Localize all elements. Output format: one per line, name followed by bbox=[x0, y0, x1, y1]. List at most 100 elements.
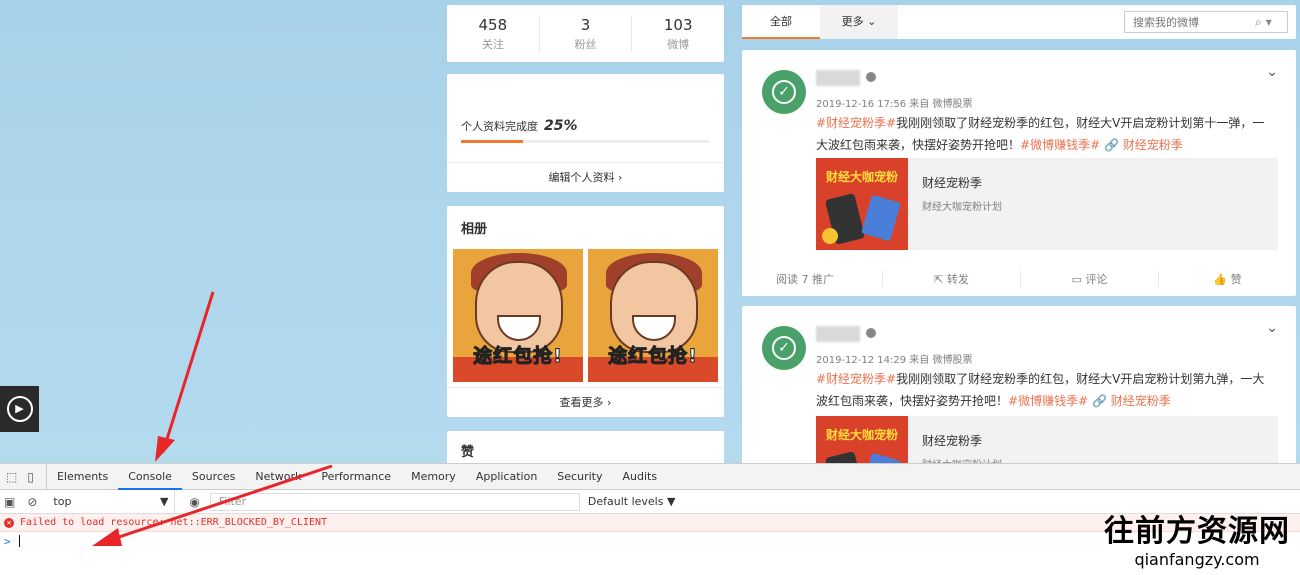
post-menu-chevron-icon[interactable]: ⌄ bbox=[1266, 64, 1278, 80]
context-value: top bbox=[53, 494, 72, 508]
video-play-widget[interactable]: ▶ bbox=[0, 386, 39, 432]
likes-title: 赞 bbox=[461, 445, 475, 460]
console-error-text: Failed to load resource: net::ERR_BLOCKE… bbox=[20, 517, 328, 528]
post-hashtag[interactable]: #财经宠粉季# bbox=[816, 372, 896, 386]
shared-link-card[interactable]: 财经大咖宠粉 财经宠粉季 财经大咖宠粉计划 bbox=[816, 158, 1278, 250]
user-badge-icon bbox=[866, 328, 876, 338]
like-label: 赞 bbox=[1230, 273, 1242, 286]
repost-label: 转发 bbox=[946, 273, 969, 286]
tab-all[interactable]: 全部 bbox=[742, 5, 820, 39]
coin-graphic bbox=[822, 228, 838, 244]
tab-elements[interactable]: Elements bbox=[47, 464, 118, 490]
post-hashtag[interactable]: #微博赚钱季# bbox=[1020, 138, 1100, 152]
device-toolbar-icon[interactable]: ▯ bbox=[27, 470, 34, 484]
profile-completion-progress bbox=[461, 140, 709, 143]
post-text: #财经宠粉季#我刚刚领取了财经宠粉季的红包，财经大V开启宠粉计划第九弹，一大波红… bbox=[816, 368, 1276, 412]
stat-following-count: 458 bbox=[478, 15, 508, 34]
edit-profile-link[interactable]: 编辑个人资料 › bbox=[447, 162, 724, 192]
profile-completion-card: 个人资料完成度 25% 编辑个人资料 › bbox=[447, 74, 724, 192]
devtools-tab-bar: ⬚ ▯ Elements Console Sources Network Per… bbox=[0, 463, 1300, 490]
error-icon: ✕ bbox=[4, 517, 14, 528]
caption-part-b: 红包 bbox=[493, 345, 534, 368]
caption-part-a: 途 bbox=[473, 345, 494, 368]
feed-post: ✓ ⌄ 2019-12-16 17:56 来自 微博股票 #财经宠粉季#我刚刚领… bbox=[742, 50, 1296, 296]
card-graphic bbox=[861, 194, 901, 242]
caption-part-c: 抢! bbox=[533, 345, 563, 368]
tab-network[interactable]: Network bbox=[245, 464, 311, 490]
avatar[interactable]: ✓ bbox=[762, 70, 806, 114]
prompt-chevron-icon: > bbox=[4, 534, 11, 548]
shared-link-title: 财经宠粉季 bbox=[922, 176, 983, 190]
caption-part-b: 红包 bbox=[628, 345, 669, 368]
thumbs-up-icon: 👍 bbox=[1213, 273, 1231, 286]
repost-button[interactable]: ⇱ 转发 bbox=[882, 271, 1020, 287]
stat-posts-count: 103 bbox=[663, 15, 693, 34]
post-link[interactable]: 🔗 财经宠粉季 bbox=[1092, 394, 1171, 408]
profile-completion-progress-fill bbox=[461, 140, 523, 143]
post-meta: 2019-12-12 14:29 来自 微博股票 bbox=[816, 355, 973, 366]
username-blurred[interactable] bbox=[816, 70, 860, 86]
tab-more[interactable]: 更多 ⌄ bbox=[820, 5, 898, 39]
username-blurred[interactable] bbox=[816, 326, 860, 342]
console-filter-input[interactable]: Filter bbox=[209, 492, 580, 511]
tab-application[interactable]: Application bbox=[466, 464, 547, 490]
stat-followers-count: 3 bbox=[580, 15, 591, 34]
inspect-element-icon[interactable]: ⬚ bbox=[6, 470, 17, 484]
comment-icon: ▭ bbox=[1071, 273, 1086, 286]
sidebar-toggle-icon[interactable]: ▣ bbox=[4, 495, 15, 509]
post-actions: 阅读 7 推广 ⇱ 转发 ▭ 评论 👍 赞 bbox=[742, 262, 1296, 296]
post-text: #财经宠粉季#我刚刚领取了财经宠粉季的红包，财经大V开启宠粉计划第十一弹，一大波… bbox=[816, 112, 1276, 156]
play-icon: ▶ bbox=[6, 396, 33, 422]
log-levels-dropdown[interactable]: Default levels ▼ bbox=[588, 495, 676, 508]
repost-icon: ⇱ bbox=[934, 273, 947, 286]
comment-button[interactable]: ▭ 评论 bbox=[1020, 271, 1158, 287]
watermark-cn: 往前方资源网 bbox=[1104, 514, 1290, 549]
profile-completion-label: 个人资料完成度 bbox=[461, 120, 538, 133]
album-card: 相册 途红包抢! 途红包抢! 查看更多 › bbox=[447, 206, 724, 417]
text-caret bbox=[18, 535, 20, 547]
tab-console[interactable]: Console bbox=[118, 464, 182, 490]
search-input[interactable] bbox=[1133, 15, 1251, 29]
album-photo-caption: 途红包抢! bbox=[588, 341, 718, 368]
stat-following-label: 关注 bbox=[481, 37, 504, 51]
avatar[interactable]: ✓ bbox=[762, 326, 806, 370]
post-hashtag[interactable]: #财经宠粉季# bbox=[816, 116, 896, 130]
album-photo[interactable]: 途红包抢! bbox=[453, 249, 583, 382]
check-icon: ✓ bbox=[772, 80, 796, 104]
stat-followers[interactable]: 3 粉丝 bbox=[540, 15, 633, 52]
site-watermark: 往前方资源网 qianfangzy.com bbox=[1104, 514, 1290, 570]
post-meta: 2019-12-16 17:56 来自 微博股票 bbox=[816, 99, 973, 110]
tab-audits[interactable]: Audits bbox=[612, 464, 667, 490]
tab-performance[interactable]: Performance bbox=[311, 464, 401, 490]
caption-part-c: 抢! bbox=[668, 345, 698, 368]
feed-post: ✓ ⌄ 2019-12-12 14:29 来自 微博股票 #财经宠粉季#我刚刚领… bbox=[742, 306, 1296, 508]
album-photo-caption: 途红包抢! bbox=[453, 341, 583, 368]
post-read-count: 阅读 7 推广 bbox=[776, 273, 834, 286]
album-photo[interactable]: 途红包抢! bbox=[588, 249, 718, 382]
feed-search[interactable]: ⌕ ▾ bbox=[1124, 11, 1288, 33]
comment-label: 评论 bbox=[1085, 273, 1108, 286]
stat-following[interactable]: 458 关注 bbox=[447, 15, 540, 52]
live-expression-eye-icon[interactable]: ◉ bbox=[189, 495, 199, 509]
profile-completion-percent: 25% bbox=[544, 118, 578, 134]
feed-tabs-bar: 全部 更多 ⌄ ⌕ ▾ bbox=[742, 5, 1296, 39]
devtools-toolbar-icons: ⬚ ▯ bbox=[0, 463, 47, 490]
chevron-down-icon[interactable]: ▾ bbox=[1266, 15, 1272, 29]
context-selector[interactable]: top ▼ bbox=[51, 489, 176, 514]
clear-console-icon[interactable]: ⊘ bbox=[27, 495, 37, 509]
stat-posts[interactable]: 103 微博 bbox=[632, 16, 724, 52]
album-view-more-link[interactable]: 查看更多 › bbox=[447, 387, 724, 417]
console-toolbar: ▣ ⊘ top ▼ ◉ Filter Default levels ▼ bbox=[0, 489, 1300, 514]
thumbnail-text: 财经大咖宠粉 bbox=[825, 170, 898, 184]
tab-sources[interactable]: Sources bbox=[182, 464, 246, 490]
profile-stats-card: 458 关注 3 粉丝 103 微博 bbox=[447, 5, 724, 62]
post-link[interactable]: 🔗 财经宠粉季 bbox=[1104, 138, 1183, 152]
post-hashtag[interactable]: #微博赚钱季# bbox=[1008, 394, 1088, 408]
tab-security[interactable]: Security bbox=[547, 464, 612, 490]
context-dropdown-arrow-icon: ▼ bbox=[159, 494, 169, 508]
tab-memory[interactable]: Memory bbox=[401, 464, 466, 490]
search-icon[interactable]: ⌕ bbox=[1255, 15, 1262, 30]
post-menu-chevron-icon[interactable]: ⌄ bbox=[1266, 320, 1278, 336]
like-button[interactable]: 👍 赞 bbox=[1158, 271, 1296, 287]
stat-posts-label: 微博 bbox=[667, 37, 690, 51]
